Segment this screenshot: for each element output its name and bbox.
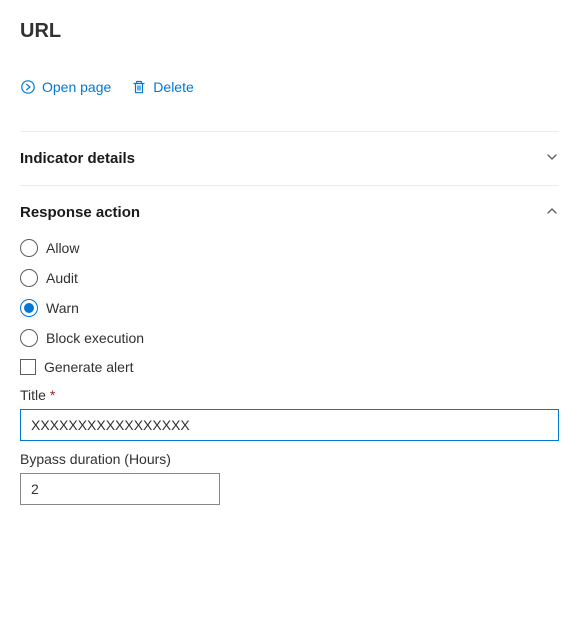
radio-allow-label: Allow	[46, 240, 79, 256]
open-page-label: Open page	[42, 79, 111, 95]
title-input[interactable]	[20, 409, 559, 441]
indicator-details-header[interactable]: Indicator details	[20, 150, 559, 167]
radio-warn[interactable]: Warn	[20, 299, 559, 317]
delete-label: Delete	[153, 79, 193, 95]
action-row: Open page Delete	[20, 79, 559, 95]
response-action-title: Response action	[20, 204, 140, 221]
checkbox-generate-alert-label: Generate alert	[44, 359, 134, 375]
response-action-section: Response action Allow Audit Warn Block e…	[20, 185, 559, 523]
radio-block-execution-label: Block execution	[46, 330, 144, 346]
title-field-label: Title *	[20, 387, 559, 403]
indicator-details-title: Indicator details	[20, 150, 135, 167]
radio-circle-icon	[20, 269, 38, 287]
indicator-details-section: Indicator details	[20, 131, 559, 185]
page-title: URL	[20, 20, 559, 43]
chevron-up-icon	[545, 204, 559, 221]
checkbox-generate-alert[interactable]: Generate alert	[20, 359, 559, 375]
radio-audit-label: Audit	[46, 270, 78, 286]
delete-link[interactable]: Delete	[131, 79, 193, 95]
open-page-icon	[20, 79, 36, 95]
bypass-duration-input[interactable]	[20, 473, 220, 505]
chevron-down-icon	[545, 150, 559, 167]
radio-warn-label: Warn	[46, 300, 79, 316]
response-action-header[interactable]: Response action	[20, 204, 559, 221]
radio-circle-selected-icon	[20, 299, 38, 317]
radio-allow[interactable]: Allow	[20, 239, 559, 257]
response-action-body: Allow Audit Warn Block execution Generat…	[20, 239, 559, 505]
delete-icon	[131, 79, 147, 95]
bypass-duration-label: Bypass duration (Hours)	[20, 451, 559, 467]
radio-circle-icon	[20, 329, 38, 347]
radio-dot-icon	[24, 303, 34, 313]
required-marker: *	[50, 387, 55, 403]
open-page-link[interactable]: Open page	[20, 79, 111, 95]
checkbox-box-icon	[20, 359, 36, 375]
title-field-label-text: Title	[20, 387, 46, 403]
radio-block-execution[interactable]: Block execution	[20, 329, 559, 347]
radio-audit[interactable]: Audit	[20, 269, 559, 287]
radio-circle-icon	[20, 239, 38, 257]
